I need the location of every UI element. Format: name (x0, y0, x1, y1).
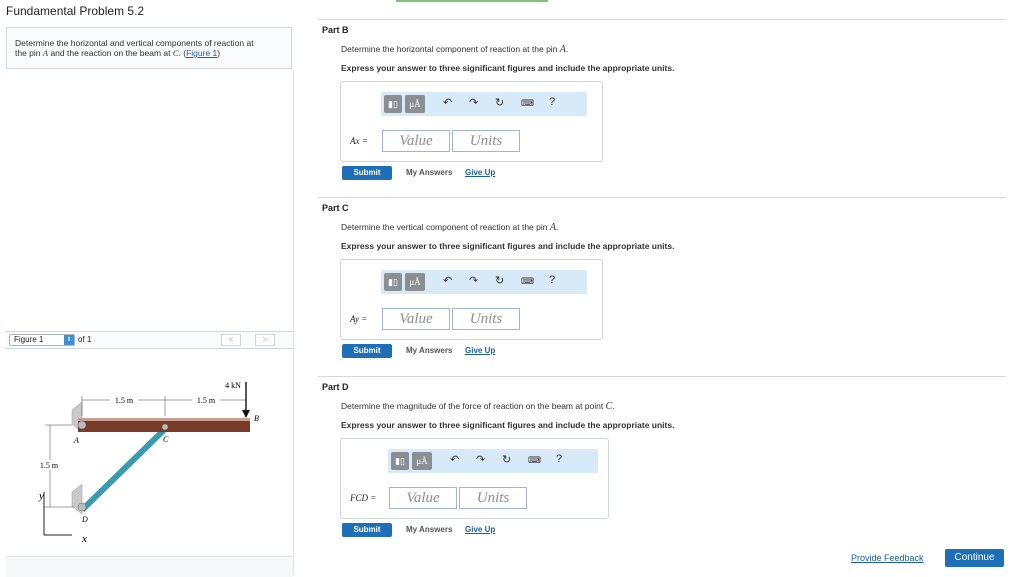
variable-label: Ay = (350, 314, 368, 324)
axis-y-label: y (38, 490, 44, 502)
template-icon[interactable]: ▮▯ (384, 273, 402, 291)
instruction-text: Determine the magnitude of the force of … (341, 401, 606, 411)
instruction-text: . (555, 222, 559, 232)
problem-statement: Determine the horizontal and vertical co… (6, 27, 292, 69)
help-icon[interactable]: ? (549, 96, 555, 108)
load-label: 4 kN (225, 381, 241, 390)
beam-figure: 1.5 m 1.5 m 4 kN A B C D 1.5 m y x (35, 381, 259, 545)
value-input[interactable]: Value (382, 308, 450, 330)
keyboard-icon[interactable]: ⌨ (521, 276, 534, 287)
variable-label: FCD = (350, 493, 377, 503)
statement-text: ) (217, 48, 221, 58)
reset-icon[interactable]: ↻ (495, 274, 504, 287)
spinner-icon: ⇕ (64, 335, 74, 345)
left-bottom-bar (6, 556, 293, 577)
submit-button[interactable]: Submit (342, 166, 392, 180)
dim-label-1: 1.5 m (115, 396, 134, 405)
pin-c (161, 423, 169, 431)
undo-icon[interactable]: ↶ (450, 453, 459, 466)
units-symbol-button[interactable]: μÅ (405, 273, 425, 291)
redo-icon[interactable]: ↷ (469, 274, 478, 287)
statement-text: and the reaction on the beam at (48, 48, 173, 58)
part-express: Express your answer to three significant… (341, 63, 675, 73)
units-symbol-button[interactable]: μÅ (412, 452, 432, 470)
strut-cd (79, 426, 168, 513)
instruction-text: Determine the vertical component of reac… (341, 222, 550, 232)
redo-icon[interactable]: ↷ (476, 453, 485, 466)
part-instruction: Determine the magnitude of the force of … (341, 401, 615, 412)
my-answers-link[interactable]: My Answers (406, 346, 452, 355)
help-icon[interactable]: ? (549, 274, 555, 286)
answer-box: ▮▯ μÅ ↶ ↷ ↻ ⌨ ? Ay = Value Units (340, 259, 603, 340)
keyboard-icon[interactable]: ⌨ (528, 455, 541, 466)
redo-icon[interactable]: ↷ (469, 96, 478, 109)
my-answers-link[interactable]: My Answers (406, 168, 452, 177)
figure-select-value: Figure 1 (14, 335, 44, 344)
undo-icon[interactable]: ↶ (443, 274, 452, 287)
reset-icon[interactable]: ↻ (495, 96, 504, 109)
divider (318, 376, 1006, 377)
answer-box: ▮▯ μÅ ↶ ↷ ↻ ⌨ ? Ax = Value Units (340, 81, 603, 162)
label-c: C (163, 435, 169, 444)
figure-count: of 1 (78, 335, 92, 344)
value-input[interactable]: Value (382, 130, 450, 152)
figure-select[interactable]: Figure 1 ⇕ (9, 334, 75, 346)
my-answers-link[interactable]: My Answers (406, 525, 452, 534)
figure-link[interactable]: Figure 1 (186, 48, 217, 58)
part-express: Express your answer to three significant… (341, 241, 675, 251)
math-toolbar: ▮▯ μÅ ↶ ↷ ↻ ⌨ ? (381, 92, 587, 116)
answer-box: ▮▯ μÅ ↶ ↷ ↻ ⌨ ? FCD = Value Units (340, 438, 609, 519)
next-figure-button[interactable]: > (255, 334, 275, 346)
statement-text: . ( (178, 48, 187, 58)
instruction-text: . (565, 44, 569, 54)
keyboard-icon[interactable]: ⌨ (521, 98, 534, 109)
submit-button[interactable]: Submit (342, 344, 392, 358)
divider (318, 19, 1006, 20)
pin-a (77, 420, 87, 430)
statement-line-1: Determine the horizontal and vertical co… (15, 38, 254, 48)
value-input[interactable]: Value (389, 487, 457, 509)
part-instruction: Determine the horizontal component of re… (341, 44, 568, 55)
units-input[interactable]: Units (452, 130, 520, 152)
label-d: D (81, 515, 88, 524)
beam-highlight (78, 418, 250, 421)
problem-title: Fundamental Problem 5.2 (6, 4, 145, 18)
load-arrow-head (242, 410, 250, 418)
label-a: A (73, 436, 79, 445)
dim-label-height: 1.5 m (40, 461, 59, 470)
units-input[interactable]: Units (459, 487, 527, 509)
variable-label: Ax = (350, 136, 368, 146)
dim-label-2: 1.5 m (197, 396, 216, 405)
statement-text: the pin (15, 48, 43, 58)
template-icon[interactable]: ▮▯ (384, 95, 402, 113)
pin-d (77, 502, 87, 512)
template-icon[interactable]: ▮▯ (391, 452, 409, 470)
help-icon[interactable]: ? (556, 453, 562, 465)
instruction-text: . (612, 401, 615, 411)
give-up-link[interactable]: Give Up (465, 525, 495, 534)
undo-icon[interactable]: ↶ (443, 96, 452, 109)
math-toolbar: ▮▯ μÅ ↶ ↷ ↻ ⌨ ? (388, 449, 598, 473)
reset-icon[interactable]: ↻ (502, 453, 511, 466)
instruction-text: Determine the horizontal component of re… (341, 44, 560, 54)
give-up-link[interactable]: Give Up (465, 168, 495, 177)
statement-line-2: the pin A and the reaction on the beam a… (15, 48, 283, 58)
units-input[interactable]: Units (452, 308, 520, 330)
submit-button[interactable]: Submit (342, 523, 392, 537)
units-symbol-button[interactable]: μÅ (405, 95, 425, 113)
give-up-link[interactable]: Give Up (465, 346, 495, 355)
divider (318, 197, 1006, 198)
part-express: Express your answer to three significant… (341, 420, 675, 430)
part-instruction: Determine the vertical component of reac… (341, 222, 558, 233)
prev-figure-button[interactable]: < (221, 334, 241, 346)
provide-feedback-link[interactable]: Provide Feedback (851, 553, 924, 563)
part-label: Part B (322, 25, 349, 35)
continue-button[interactable]: Continue (945, 549, 1004, 567)
part-label: Part C (322, 203, 349, 213)
axis-x-label: x (81, 533, 87, 545)
math-toolbar: ▮▯ μÅ ↶ ↷ ↻ ⌨ ? (381, 270, 587, 294)
label-b: B (254, 414, 259, 423)
part-label: Part D (322, 382, 349, 392)
progress-bar (396, 0, 548, 2)
